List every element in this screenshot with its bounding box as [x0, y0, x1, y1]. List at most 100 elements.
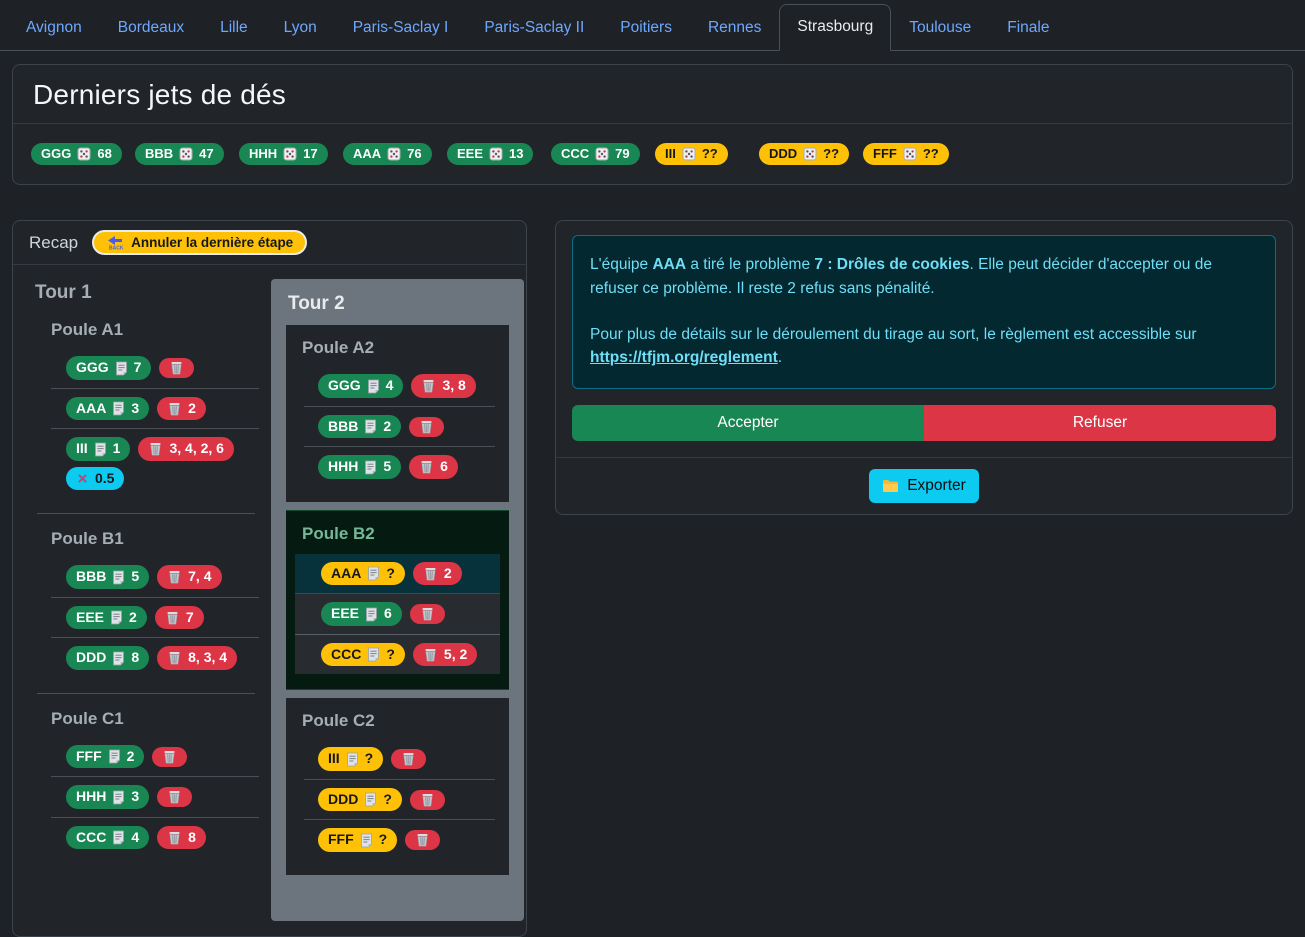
- dice-badge-team: AAA: [353, 146, 381, 162]
- tab-avignon[interactable]: Avignon: [8, 5, 100, 51]
- team-row-III: III1 3, 4, 2, 6 0.5: [51, 428, 259, 498]
- trash-badge: [405, 830, 440, 850]
- tab-lyon[interactable]: Lyon: [266, 5, 335, 51]
- trashed-problems: 7, 4: [188, 568, 211, 586]
- tour1-poules: Poule A1GGG7AAA32III13, 4, 2, 60.5Poule …: [29, 320, 259, 857]
- back-icon: BACK: [106, 235, 124, 250]
- tab-toulouse[interactable]: Toulouse: [891, 5, 989, 51]
- tab-paris-saclay-i[interactable]: Paris-Saclay I: [335, 5, 467, 51]
- dice-badge-roll: ??: [702, 146, 718, 162]
- problem-number: ?: [386, 565, 395, 583]
- dice-badge-CCC: CCC79: [551, 143, 640, 165]
- team-problem-badge: BBB5: [66, 565, 149, 589]
- dice-badge-BBB: BBB47: [135, 143, 224, 165]
- team-name: III: [76, 440, 88, 458]
- team-problem-badge: CCC4: [66, 826, 149, 850]
- tab-paris-saclay-ii[interactable]: Paris-Saclay II: [466, 5, 602, 51]
- team-problem-badge: III?: [318, 747, 383, 771]
- team-row-line: AAA32: [66, 397, 259, 421]
- tab-bordeaux[interactable]: Bordeaux: [100, 5, 202, 51]
- team-name: DDD: [76, 649, 106, 667]
- team-row-HHH: HHH3: [51, 776, 259, 817]
- tab-lille[interactable]: Lille: [202, 5, 266, 51]
- tab-finale[interactable]: Finale: [989, 5, 1067, 51]
- trash-badge: 3, 8: [411, 374, 475, 398]
- team-row-GGG: GGG7: [51, 348, 259, 388]
- penalty-line: 0.5: [66, 467, 259, 491]
- team-problem-badge: HHH3: [66, 785, 149, 809]
- trash-badge: [157, 787, 192, 807]
- trash-icon: [167, 651, 182, 665]
- dice-panel-title: Derniers jets de dés: [33, 79, 1272, 111]
- problem-number: 7: [134, 359, 142, 377]
- dice-badge-slot: DDD??: [759, 143, 863, 165]
- draw-panel: L'équipe AAA a tiré le problème 7 : Drôl…: [555, 220, 1293, 515]
- dice-badge-roll: ??: [823, 146, 839, 162]
- trash-badge: [410, 790, 445, 810]
- trash-badge: 5, 2: [413, 643, 477, 667]
- trash-icon: [169, 361, 184, 375]
- team-row-line: EEE6: [321, 602, 492, 626]
- penalty-badge: 0.5: [66, 467, 124, 491]
- trash-badge: 8: [157, 826, 206, 850]
- dice-badge-team: BBB: [145, 146, 173, 162]
- undo-last-step-button[interactable]: BACK Annuler la dernière étape: [92, 230, 307, 255]
- poule-poule-a2: Poule A2GGG43, 8BBB2HHH56: [286, 325, 509, 502]
- team-row-line: DDD?: [318, 788, 495, 812]
- dice-badge-team: GGG: [41, 146, 71, 162]
- team-row-BBB: BBB5 7, 4: [51, 557, 259, 597]
- poule-title: Poule A2: [302, 338, 493, 358]
- problem-number: ?: [379, 831, 388, 849]
- tab-poitiers[interactable]: Poitiers: [602, 5, 690, 51]
- team-row-line: EEE27: [66, 606, 259, 630]
- team-name: DDD: [328, 791, 358, 809]
- dice-icon: [903, 147, 917, 161]
- trash-badge: 3, 4, 2, 6: [138, 437, 233, 461]
- dice-badge-team: CCC: [561, 146, 589, 162]
- dice-badge-DDD: DDD??: [759, 143, 849, 165]
- team-row-CCC: CCC4 8: [51, 817, 259, 858]
- accept-button[interactable]: Accepter: [572, 405, 924, 441]
- team-problem-badge: HHH5: [318, 455, 401, 479]
- team-row-line: HHH3: [66, 785, 259, 809]
- memo-icon: [360, 833, 373, 848]
- recap-body: Tour 1 Poule A1GGG7AAA32III13, 4, 2, 60.…: [13, 265, 526, 936]
- refuse-button[interactable]: Refuser: [924, 405, 1276, 441]
- trashed-problems: 2: [444, 565, 452, 583]
- trashed-problems: 7: [186, 609, 194, 627]
- trash-icon: [423, 648, 438, 662]
- memo-icon: [110, 610, 123, 625]
- memo-icon: [364, 460, 377, 475]
- memo-icon: [115, 361, 128, 376]
- poule-separator: [37, 693, 255, 694]
- team-name: HHH: [76, 788, 106, 806]
- dice-icon: [283, 147, 297, 161]
- problem-number: 8: [131, 649, 139, 667]
- dice-icon: [77, 147, 91, 161]
- poule-poule-b1: Poule B1BBB57, 4EEE27DDD88, 3, 4: [51, 529, 259, 678]
- trash-badge: 7: [155, 606, 204, 630]
- dice-badge-team: DDD: [769, 146, 797, 162]
- reglement-link[interactable]: https://tfjm.org/reglement: [590, 349, 778, 366]
- team-row-line: CCC?5, 2: [321, 643, 492, 667]
- team-row-line: III1 3, 4, 2, 6: [66, 437, 259, 461]
- team-row-line: BBB2: [318, 415, 495, 439]
- dice-badge-HHH: HHH17: [239, 143, 328, 165]
- problem-number: 5: [131, 568, 139, 586]
- dice-badge-slot: CCC79: [551, 143, 655, 165]
- dice-panel-header: Derniers jets de dés: [13, 65, 1292, 124]
- team-name: FFF: [328, 831, 354, 849]
- dice-badge-roll: 76: [407, 146, 421, 162]
- team-problem-badge: FFF?: [318, 828, 397, 852]
- poule-rows: AAA?2EEE6CCC?5, 2: [295, 554, 500, 675]
- poule-title: Poule B1: [51, 529, 259, 549]
- export-button[interactable]: Exporter: [869, 469, 979, 503]
- memo-icon: [367, 647, 380, 662]
- memo-icon: [94, 442, 107, 457]
- team-row-DDD: DDD88, 3, 4: [51, 637, 259, 678]
- memo-icon: [112, 830, 125, 845]
- tab-strasbourg[interactable]: Strasbourg: [779, 4, 891, 51]
- team-problem-badge: III1: [66, 437, 130, 461]
- trash-badge: 6: [409, 455, 458, 479]
- tab-rennes[interactable]: Rennes: [690, 5, 779, 51]
